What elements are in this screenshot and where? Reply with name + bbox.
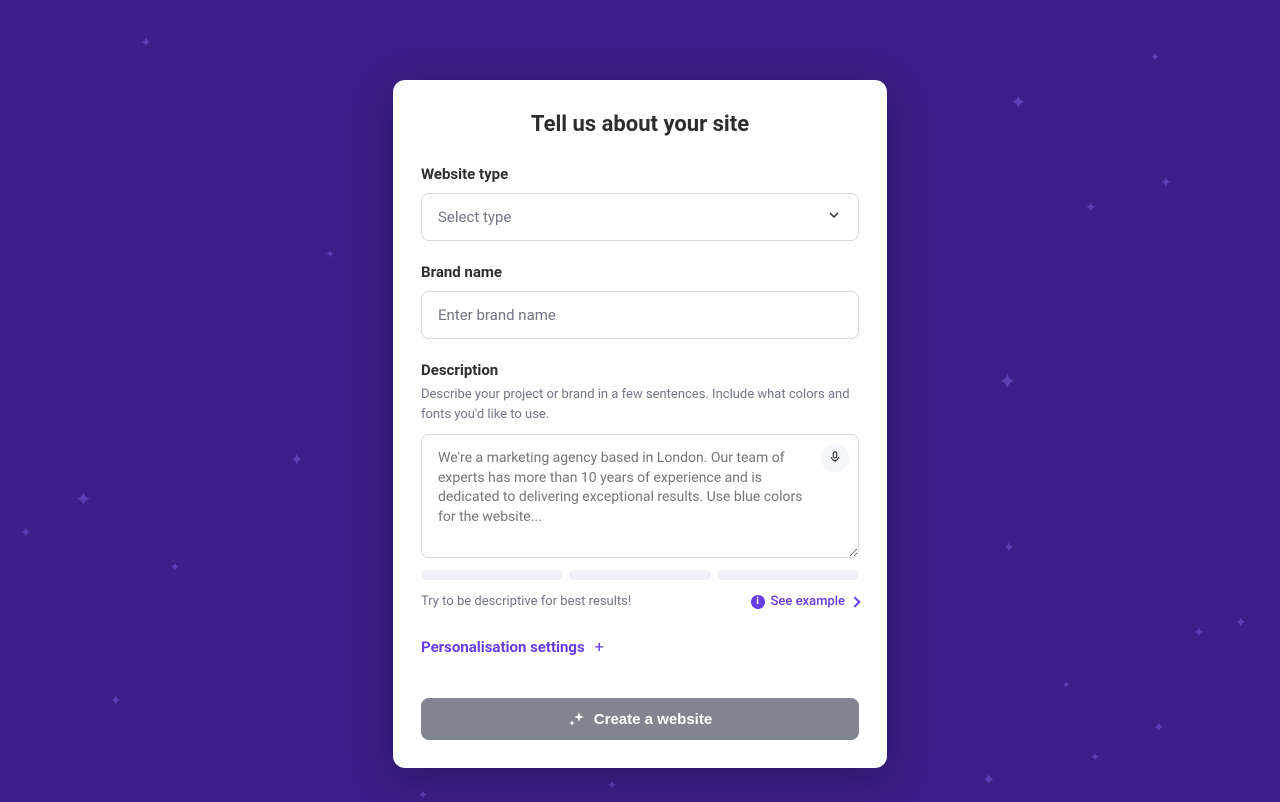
suggestion-pills bbox=[421, 570, 859, 580]
decoration-sparkle-icon: ✦ bbox=[1085, 200, 1097, 216]
create-website-button[interactable]: Create a website bbox=[421, 698, 859, 740]
decoration-sparkle-icon: ✦ bbox=[1090, 750, 1100, 764]
decoration-sparkle-icon: ✦ bbox=[1010, 90, 1027, 114]
decoration-sparkle-icon: ✦ bbox=[290, 450, 303, 469]
decoration-sparkle-icon: ✦ bbox=[140, 35, 152, 51]
decoration-sparkle-icon: ✦ bbox=[1160, 175, 1172, 191]
decoration-sparkle-icon: ✦ bbox=[1235, 615, 1247, 631]
sparkle-icon bbox=[568, 710, 586, 728]
website-type-label: Website type bbox=[421, 165, 859, 183]
plus-icon: + bbox=[595, 637, 604, 656]
suggestion-pill[interactable] bbox=[421, 570, 563, 580]
decoration-sparkle-icon: ✦ bbox=[982, 770, 995, 789]
description-label: Description bbox=[421, 361, 859, 379]
brand-name-label: Brand name bbox=[421, 263, 859, 281]
see-example-label: See example bbox=[771, 594, 845, 609]
chevron-down-icon bbox=[826, 207, 842, 227]
decoration-sparkle-icon: ✦ bbox=[998, 370, 1016, 395]
chevron-right-icon bbox=[849, 596, 860, 607]
help-row: Try to be descriptive for best results! … bbox=[421, 594, 859, 609]
decoration-sparkle-icon: ✦ bbox=[325, 247, 335, 261]
decoration-sparkle-icon: ✦ bbox=[170, 560, 180, 574]
decoration-sparkle-icon: ✦ bbox=[75, 487, 92, 511]
help-text: Try to be descriptive for best results! bbox=[421, 594, 631, 609]
decoration-sparkle-icon: ✦ bbox=[607, 778, 617, 792]
decoration-sparkle-icon: ✦ bbox=[1003, 540, 1015, 556]
description-hint: Describe your project or brand in a few … bbox=[421, 385, 859, 424]
website-type-placeholder: Select type bbox=[438, 208, 511, 226]
suggestion-pill[interactable] bbox=[569, 570, 711, 580]
decoration-sparkle-icon: ✦ bbox=[110, 693, 122, 709]
see-example-link[interactable]: i See example bbox=[751, 594, 859, 609]
website-type-field: Website type Select type bbox=[421, 165, 859, 241]
decoration-sparkle-icon: ✦ bbox=[1193, 625, 1205, 641]
form-card: Tell us about your site Website type Sel… bbox=[393, 80, 887, 768]
brand-name-field: Brand name bbox=[421, 263, 859, 339]
decoration-sparkle-icon: ✦ bbox=[20, 525, 32, 541]
description-field: Description Describe your project or bra… bbox=[421, 361, 859, 609]
suggestion-pill[interactable] bbox=[717, 570, 859, 580]
personalisation-label: Personalisation settings bbox=[421, 638, 585, 656]
brand-name-input[interactable] bbox=[421, 291, 859, 339]
description-textarea[interactable] bbox=[421, 434, 859, 558]
decoration-sparkle-icon: ✦ bbox=[1153, 720, 1165, 736]
create-website-label: Create a website bbox=[594, 711, 712, 728]
decoration-sparkle-icon: ✦ bbox=[1150, 50, 1160, 64]
form-title: Tell us about your site bbox=[421, 112, 859, 137]
info-icon: i bbox=[751, 595, 765, 609]
microphone-icon bbox=[828, 449, 842, 468]
website-type-select[interactable]: Select type bbox=[421, 193, 859, 241]
voice-input-button[interactable] bbox=[821, 444, 849, 472]
decoration-sparkle-icon: ✦ bbox=[1062, 680, 1070, 691]
personalisation-toggle[interactable]: Personalisation settings + bbox=[421, 637, 859, 656]
